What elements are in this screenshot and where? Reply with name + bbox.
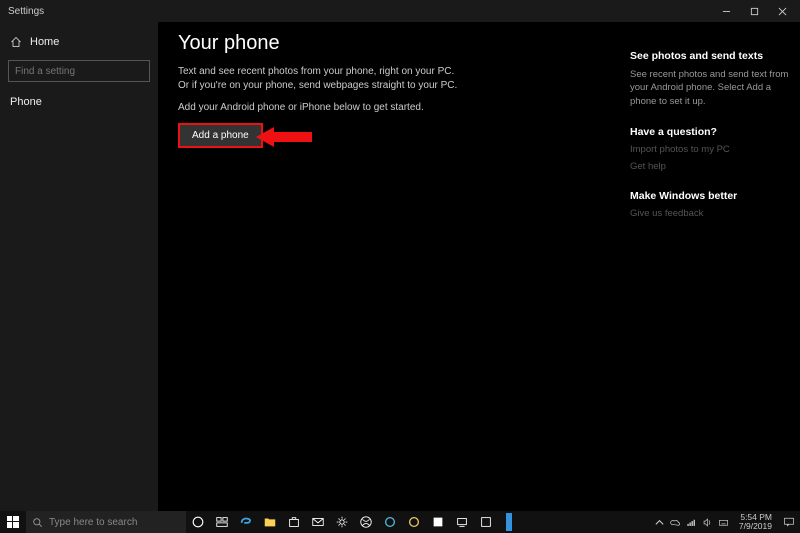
edge-icon[interactable] bbox=[234, 511, 258, 533]
taskbar-search-placeholder: Type here to search bbox=[49, 517, 137, 528]
home-nav[interactable]: Home bbox=[0, 30, 158, 54]
tray-volume-icon[interactable] bbox=[702, 517, 713, 528]
taskbar-search[interactable]: Type here to search bbox=[26, 511, 186, 533]
minimize-button[interactable] bbox=[712, 0, 740, 22]
system-tray[interactable] bbox=[654, 517, 733, 528]
windows-icon bbox=[7, 516, 19, 528]
app-icon-4[interactable] bbox=[450, 511, 474, 533]
home-icon bbox=[10, 36, 22, 48]
link-get-help[interactable]: Get help bbox=[630, 161, 790, 172]
close-button[interactable] bbox=[768, 0, 796, 22]
main-area: Home Phone Your phone Text and see recen… bbox=[0, 22, 800, 511]
question-heading: Have a question? bbox=[630, 126, 790, 138]
start-button[interactable] bbox=[0, 511, 26, 533]
search-input[interactable] bbox=[15, 66, 147, 77]
taskbar-pinned bbox=[186, 511, 520, 533]
photos-heading: See photos and send texts bbox=[630, 50, 790, 62]
better-heading: Make Windows better bbox=[630, 190, 790, 202]
app-icon-2[interactable] bbox=[402, 511, 426, 533]
titlebar: Settings bbox=[0, 0, 800, 22]
page-desc-1: Text and see recent photos from your pho… bbox=[178, 65, 458, 93]
cortana-icon[interactable] bbox=[186, 511, 210, 533]
tray-keyboard-icon[interactable] bbox=[718, 517, 729, 528]
active-app-indicator[interactable] bbox=[506, 513, 512, 531]
link-import-photos[interactable]: Import photos to my PC bbox=[630, 144, 790, 155]
content-panel: Your phone Text and see recent photos fr… bbox=[158, 22, 630, 511]
info-panel: See photos and send texts See recent pho… bbox=[630, 22, 800, 511]
action-center-button[interactable] bbox=[778, 511, 800, 533]
app-icon-5[interactable] bbox=[474, 511, 498, 533]
settings-search[interactable] bbox=[8, 60, 150, 82]
xbox-icon[interactable] bbox=[354, 511, 378, 533]
taskbar: Type here to search 5:54 PM 7/9/2019 bbox=[0, 511, 800, 533]
photos-body: See recent photos and send text from you… bbox=[630, 68, 790, 108]
tray-cloud-icon[interactable] bbox=[670, 517, 681, 528]
app-icon-1[interactable] bbox=[378, 511, 402, 533]
tray-network-icon[interactable] bbox=[686, 517, 697, 528]
task-view-icon[interactable] bbox=[210, 511, 234, 533]
page-title: Your phone bbox=[178, 32, 610, 55]
home-label: Home bbox=[30, 36, 59, 48]
sidebar: Home Phone bbox=[0, 22, 158, 511]
page-desc-2: Add your Android phone or iPhone below t… bbox=[178, 101, 458, 115]
search-icon bbox=[32, 517, 43, 528]
link-feedback[interactable]: Give us feedback bbox=[630, 208, 790, 219]
window-title: Settings bbox=[4, 6, 712, 17]
file-explorer-icon[interactable] bbox=[258, 511, 282, 533]
notification-icon bbox=[783, 516, 795, 528]
annotation-arrow-icon bbox=[256, 126, 312, 148]
clock-date: 7/9/2019 bbox=[739, 522, 772, 531]
app-icon-3[interactable] bbox=[426, 511, 450, 533]
settings-icon[interactable] bbox=[330, 511, 354, 533]
add-phone-button[interactable]: Add a phone bbox=[178, 123, 263, 148]
sidebar-item-phone[interactable]: Phone bbox=[0, 88, 158, 116]
maximize-button[interactable] bbox=[740, 0, 768, 22]
taskbar-clock[interactable]: 5:54 PM 7/9/2019 bbox=[733, 513, 778, 532]
mail-icon[interactable] bbox=[306, 511, 330, 533]
tray-chevron-icon[interactable] bbox=[654, 517, 665, 528]
store-icon[interactable] bbox=[282, 511, 306, 533]
